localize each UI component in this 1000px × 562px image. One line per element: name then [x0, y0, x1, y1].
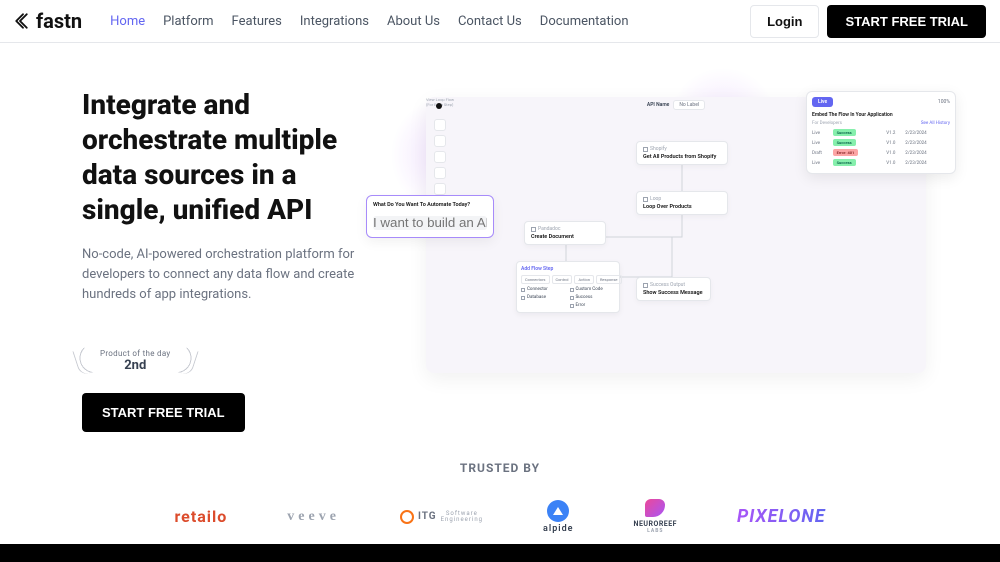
logos-row: retailo veeve ITG SoftwareEngineering al… — [0, 499, 1000, 534]
prompt-question: What Do You Want To Automate Today? — [373, 202, 487, 208]
api-name-label: API Name — [647, 102, 669, 108]
header-right: Login START FREE TRIAL — [750, 5, 986, 38]
nav-integrations[interactable]: Integrations — [300, 14, 369, 29]
table-row: LiveSuccessV1.02/23/2024 — [812, 138, 950, 148]
badge-rank: 2nd — [124, 358, 146, 373]
logo-alpide: alpide — [543, 500, 573, 534]
prompt-input[interactable] — [373, 216, 487, 230]
nav-features[interactable]: Features — [232, 14, 282, 29]
nav-about[interactable]: About Us — [387, 14, 440, 29]
trusted-section: TRUSTED BY retailo veeve ITG SoftwareEng… — [0, 461, 1000, 534]
success-icon — [643, 283, 648, 288]
prompt-card: What Do You Want To Automate Today? — [366, 195, 494, 238]
header-left: fastn Home Platform Features Integration… — [14, 9, 629, 33]
flow-tabs: Connectors Control Action Response — [521, 275, 615, 284]
database-icon — [521, 296, 525, 300]
logo-pixelone: PIXELONE — [737, 506, 825, 527]
hero-left: Integrate and orchestrate multiple data … — [82, 87, 362, 432]
no-label-pill: No Label — [673, 100, 705, 110]
product-canvas: API Name No Label Shopify Get All Produc… — [426, 97, 926, 373]
check-icon — [570, 296, 574, 300]
table-row: LiveSuccessV1.02/23/2024 — [812, 158, 950, 168]
nav-platform[interactable]: Platform — [163, 14, 213, 29]
table-row: LiveSuccessV1.22/23/2024 — [812, 128, 950, 138]
node-document: Pandadoc Create Document — [524, 221, 606, 245]
add-flow-panel: Add Flow Step Connectors Control Action … — [516, 261, 620, 313]
node-loop: Loop Loop Over Products — [636, 191, 728, 215]
see-history-link: See All History — [921, 121, 950, 126]
error-icon — [570, 304, 574, 308]
embed-title: Embed The Flow In Your Application — [812, 112, 950, 118]
header: fastn Home Platform Features Integration… — [0, 0, 1000, 43]
tool-icon — [434, 151, 446, 163]
menu-icon — [436, 103, 442, 109]
tool-icon — [434, 183, 446, 195]
nav-contact[interactable]: Contact Us — [458, 14, 522, 29]
itg-circle-icon — [400, 510, 414, 524]
connector-icon — [521, 288, 525, 292]
node-success: Success Output Show Success Message — [636, 277, 711, 301]
loop-icon — [643, 197, 648, 202]
live-panel: Live 100% Embed The Flow In Your Applica… — [806, 91, 956, 174]
live-button: Live — [812, 97, 833, 107]
code-icon — [570, 288, 574, 292]
neuroreef-icon — [645, 499, 665, 517]
badge-label: Product of the day — [100, 349, 171, 358]
tool-icon — [434, 167, 446, 179]
canvas-toolbar — [434, 119, 448, 195]
hero: Integrate and orchestrate multiple data … — [0, 43, 1000, 432]
flow-panel-title: Add Flow Step — [521, 266, 615, 272]
for-devs-label: For Developers — [812, 121, 842, 126]
logo-neuroreef: NEUROREEF LABS — [634, 499, 678, 534]
footer-strip — [0, 544, 1000, 562]
header-trial-button[interactable]: START FREE TRIAL — [827, 5, 986, 38]
tool-icon — [434, 119, 446, 131]
hero-title: Integrate and orchestrate multiple data … — [82, 87, 362, 227]
nav-documentation[interactable]: Documentation — [540, 14, 629, 29]
login-button[interactable]: Login — [750, 5, 819, 38]
main-nav: Home Platform Features Integrations Abou… — [110, 14, 628, 29]
logo-retailo: retailo — [174, 507, 227, 526]
zoom-level: 100% — [938, 99, 950, 105]
trusted-label: TRUSTED BY — [0, 461, 1000, 475]
hero-subtitle: No-code, AI-powered orchestration platfo… — [82, 245, 362, 305]
alpide-icon — [547, 500, 569, 522]
logo-text: fastn — [36, 9, 82, 33]
nav-home[interactable]: Home — [110, 14, 145, 29]
logo-icon — [14, 12, 32, 30]
node-shopify: Shopify Get All Products from Shopify — [636, 141, 728, 165]
doc-icon — [531, 227, 536, 232]
hero-trial-button[interactable]: START FREE TRIAL — [82, 393, 245, 432]
logo-itg: ITG SoftwareEngineering — [400, 510, 483, 524]
product-hunt-badge: Product of the day 2nd — [82, 347, 189, 375]
hero-illustration: API Name No Label Shopify Get All Produc… — [382, 87, 918, 432]
logo-veeve: veeve — [287, 509, 340, 525]
tool-icon — [434, 135, 446, 147]
shopify-icon — [643, 147, 648, 152]
history-table: LiveSuccessV1.22/23/2024 LiveSuccessV1.0… — [812, 128, 950, 168]
table-row: DraftError: 401V1.02/23/2024 — [812, 148, 950, 158]
logo[interactable]: fastn — [14, 9, 82, 33]
